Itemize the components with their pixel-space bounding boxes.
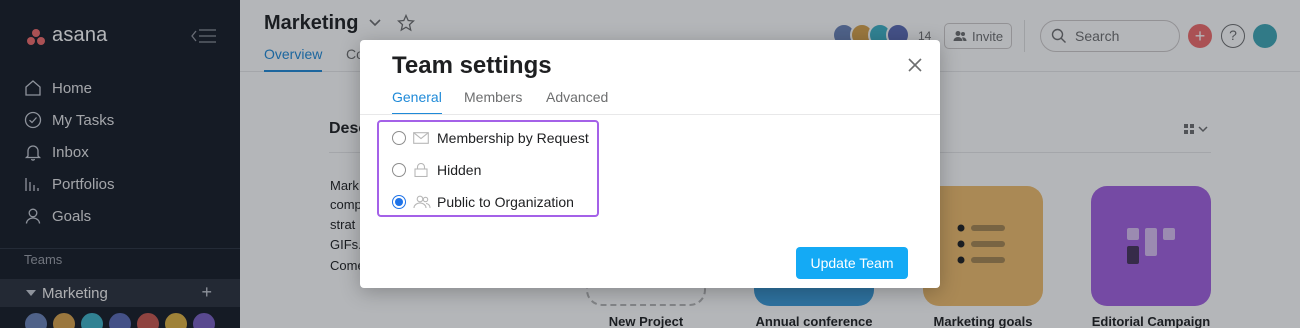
option-label: Hidden	[437, 162, 482, 178]
privacy-option-public-to-organization[interactable]: Public to Organization	[379, 186, 597, 218]
envelope-icon	[413, 132, 429, 144]
dialog-title: Team settings	[392, 52, 552, 79]
team-settings-dialog: Team settings General Members Advanced M…	[360, 40, 940, 288]
divider	[360, 114, 940, 115]
option-label: Membership by Request	[437, 130, 589, 146]
radio-button[interactable]	[392, 131, 406, 145]
tab-members[interactable]: Members	[464, 89, 522, 105]
people-icon	[413, 195, 431, 209]
privacy-option-hidden[interactable]: Hidden	[379, 154, 597, 186]
update-team-button[interactable]: Update Team	[796, 247, 908, 279]
option-label: Public to Organization	[437, 194, 574, 210]
lock-icon	[414, 163, 428, 177]
radio-button-selected[interactable]	[392, 195, 406, 209]
privacy-radio-group: Membership by Request Hidden Public to O…	[377, 120, 599, 217]
close-icon[interactable]	[907, 57, 923, 73]
radio-button[interactable]	[392, 163, 406, 177]
tab-advanced[interactable]: Advanced	[546, 89, 608, 105]
privacy-option-membership-by-request[interactable]: Membership by Request	[379, 122, 597, 154]
tab-general[interactable]: General	[392, 89, 442, 115]
